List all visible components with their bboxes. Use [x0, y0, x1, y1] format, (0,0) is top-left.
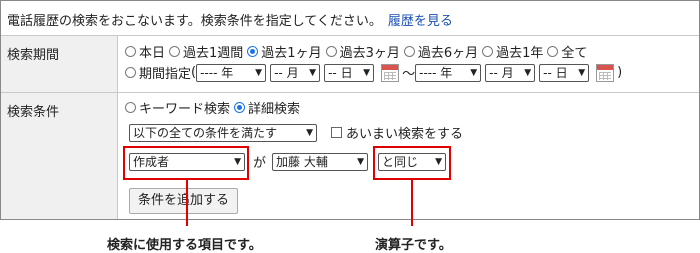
item-callout-line	[186, 180, 188, 226]
period-option-6months[interactable]: 過去6ヶ月	[403, 42, 478, 61]
chevron-down-icon: ▼	[363, 67, 371, 78]
radio-icon[interactable]	[482, 46, 494, 57]
radio-icon[interactable]	[169, 46, 181, 57]
value-select[interactable]: 加藤 大輔 ▼	[272, 152, 369, 171]
chevron-down-icon: ▼	[357, 156, 365, 167]
match-condition-select[interactable]: 以下の全ての条件を満たす ▼	[129, 123, 317, 142]
view-history-link[interactable]: 履歴を見る	[388, 14, 453, 29]
header-bar: 電話履歴の検索をおこないます。検索条件を指定してください。 履歴を見る	[1, 1, 699, 36]
conditions-label: 検索条件	[7, 105, 60, 120]
chevron-down-icon: ▼	[470, 67, 478, 78]
calendar-icon[interactable]	[596, 63, 615, 82]
header-message: 電話履歴の検索をおこないます。検索条件を指定してください。 履歴を見る	[7, 10, 453, 29]
to-day-select[interactable]: -- 日 ▼	[539, 63, 590, 82]
item-callout-text: 検索に使用する項目です。	[107, 238, 262, 253]
row-divider	[117, 92, 699, 93]
from-day-select[interactable]: -- 日 ▼	[324, 63, 375, 82]
match-row: 以下の全ての条件を満たす ▼ あいまい検索をする	[129, 123, 467, 142]
radio-icon[interactable]	[125, 46, 136, 57]
range-separator: ～	[402, 67, 416, 82]
to-year-select[interactable]: ---- 年 ▼	[415, 63, 482, 82]
operator-callout-text: 演算子です。	[375, 238, 452, 253]
period-option-1week[interactable]: 過去1週間	[169, 42, 243, 61]
custom-period-label: 期間指定	[139, 67, 192, 82]
chevron-down-icon: ▼	[524, 67, 532, 78]
operator-highlight-box	[373, 146, 451, 180]
chevron-down-icon: ▼	[306, 127, 313, 138]
chevron-down-icon: ▼	[309, 67, 317, 78]
mode-option-detailed[interactable]: 詳細検索	[234, 98, 300, 117]
checkbox-icon[interactable]	[331, 127, 342, 138]
radio-icon[interactable]	[403, 46, 415, 57]
radio-icon[interactable]	[325, 46, 337, 57]
instruction-text: 電話履歴の検索をおこないます。検索条件を指定してください。	[7, 14, 382, 29]
from-month-select[interactable]: -- 月 ▼	[270, 63, 321, 82]
period-option-3months[interactable]: 過去3ヶ月	[325, 42, 400, 61]
mode-option-keyword[interactable]: キーワード検索	[125, 98, 230, 117]
custom-period-radio[interactable]	[125, 67, 136, 78]
custom-period-row: 期間指定( ---- 年 ▼ -- 月 ▼ -- 日 ▼ ～ ---- 年 ▼ -- 月…	[125, 63, 622, 82]
item-highlight-box	[123, 146, 249, 180]
calendar-icon[interactable]	[381, 63, 400, 82]
period-option-1year[interactable]: 過去1年	[482, 42, 543, 61]
chevron-down-icon: ▼	[255, 67, 263, 78]
particle-text: が	[253, 156, 267, 171]
add-condition-button[interactable]: 条件を追加する	[129, 188, 239, 214]
operator-callout-line	[411, 180, 413, 226]
search-panel: 電話履歴の検索をおこないます。検索条件を指定してください。 履歴を見る 検索期間 …	[0, 0, 700, 220]
radio-icon[interactable]	[125, 102, 136, 113]
to-month-select[interactable]: -- 月 ▼	[485, 63, 536, 82]
conditions-label-cell: 検索条件	[1, 93, 118, 219]
period-label-cell: 検索期間	[1, 36, 118, 93]
period-option-today[interactable]: 本日	[125, 42, 165, 61]
period-option-all[interactable]: 全て	[547, 42, 587, 61]
radio-selected-icon[interactable]	[247, 46, 259, 57]
search-mode-row: キーワード検索 詳細検索	[125, 98, 304, 117]
period-options-row: 本日 過去1週間 過去1ヶ月 過去3ヶ月 過去6ヶ月 過去1年 全て	[125, 42, 591, 61]
period-option-1month[interactable]: 過去1ヶ月	[247, 42, 322, 61]
fuzzy-search-checkbox[interactable]: あいまい検索をする	[331, 123, 463, 142]
close-paren: )	[617, 65, 623, 80]
radio-selected-icon[interactable]	[234, 102, 246, 113]
radio-icon[interactable]	[547, 46, 559, 57]
chevron-down-icon: ▼	[578, 67, 586, 78]
period-label: 検索期間	[7, 48, 60, 63]
from-year-select[interactable]: ---- 年 ▼	[196, 63, 267, 82]
